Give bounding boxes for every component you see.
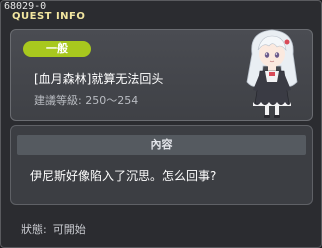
status-value: 可開始 [52,223,86,236]
quest-name: [血月森林]就算无法回头 [34,72,164,86]
quest-status: 狀態: 可開始 [21,221,86,237]
quest-recommended-level: 建議等級: 250～254 [34,94,139,107]
quest-category-badge: 一般 [23,41,91,57]
content-text: 伊尼斯好像陷入了沉思。怎么回事? [30,169,217,183]
window-title: QUEST INFO [12,11,86,22]
quest-info-window: 68029-0 QUEST INFO 一般 [血月森林]就算无法回头 建議等級:… [0,0,322,248]
npc-portrait [246,29,298,118]
content-header: 內容 [17,135,306,155]
quest-content-panel: 內容 伊尼斯好像陷入了沉思。怎么回事? [10,125,313,205]
status-label: 狀態: [21,223,47,236]
quest-summary-card: 一般 [血月森林]就算无法回头 建議等級: 250～254 [10,29,313,121]
